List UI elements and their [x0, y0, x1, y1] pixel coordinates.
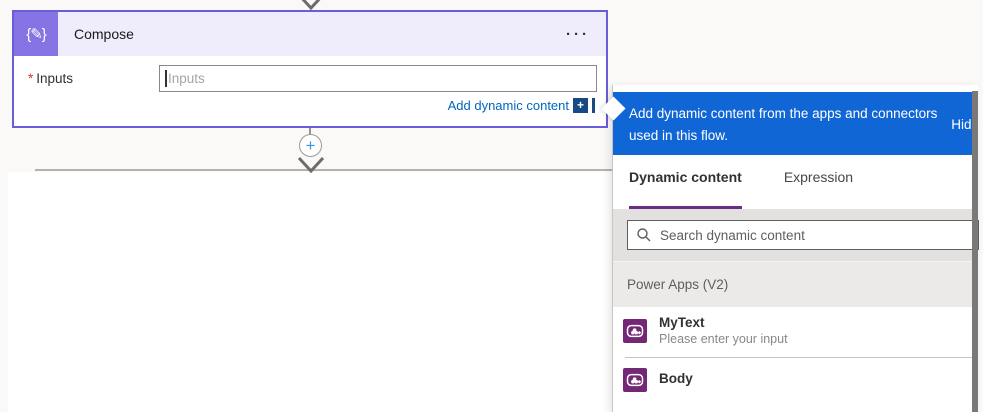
add-dynamic-content-link[interactable]: Add dynamic content: [448, 98, 569, 113]
inputs-field[interactable]: [159, 65, 597, 92]
info-banner-message: Add dynamic content from the apps and co…: [629, 103, 951, 146]
connector-section-header: Power Apps (V2): [613, 261, 978, 307]
compose-card-header[interactable]: {✎} Compose ···: [14, 12, 606, 56]
required-marker: *: [28, 71, 33, 86]
add-dynamic-content-plus-button[interactable]: +: [573, 98, 588, 113]
dynamic-content-panel: Add dynamic content from the apps and co…: [612, 85, 978, 412]
list-item-body[interactable]: Body: [613, 358, 978, 402]
search-box[interactable]: [627, 220, 979, 250]
tab-dynamic-content[interactable]: Dynamic content: [629, 169, 742, 209]
tab-expression[interactable]: Expression: [784, 169, 853, 209]
item-text-block: MyText Please enter your input: [659, 315, 788, 348]
compose-card-body: *Inputs Add dynamic content +: [14, 56, 606, 126]
compose-card[interactable]: {✎} Compose ··· *Inputs Add dynamic cont…: [12, 10, 608, 128]
item-title: MyText: [659, 315, 788, 332]
inputs-field-label: *Inputs: [28, 71, 73, 86]
text-caret: [165, 70, 167, 87]
flow-arrow-down-icon: [297, 156, 325, 179]
dynamic-content-list: MyText Please enter your input Body: [613, 307, 978, 402]
add-dynamic-content-row: Add dynamic content +: [448, 98, 595, 113]
insert-step-button[interactable]: +: [299, 134, 322, 157]
compose-card-title: Compose: [58, 12, 550, 56]
info-banner: Add dynamic content from the apps and co…: [613, 92, 978, 155]
power-apps-icon: [623, 368, 647, 392]
list-item-mytext[interactable]: MyText Please enter your input: [613, 307, 978, 357]
item-title: Body: [659, 371, 693, 388]
search-icon: [636, 227, 652, 243]
card-menu-button[interactable]: ···: [550, 12, 606, 56]
focus-cursor-bar: [592, 98, 595, 113]
panel-tab-bar: Dynamic content Expression: [613, 155, 978, 209]
power-apps-icon: [623, 319, 647, 343]
item-subtitle: Please enter your input: [659, 332, 788, 348]
item-text-block: Body: [659, 371, 693, 388]
panel-scrollbar[interactable]: [972, 91, 978, 412]
search-section: [613, 209, 978, 261]
canvas-lower-surface: [8, 172, 612, 412]
inputs-label-text: Inputs: [36, 71, 73, 86]
search-dynamic-content-input[interactable]: [660, 228, 970, 243]
compose-icon: {✎}: [14, 12, 58, 56]
